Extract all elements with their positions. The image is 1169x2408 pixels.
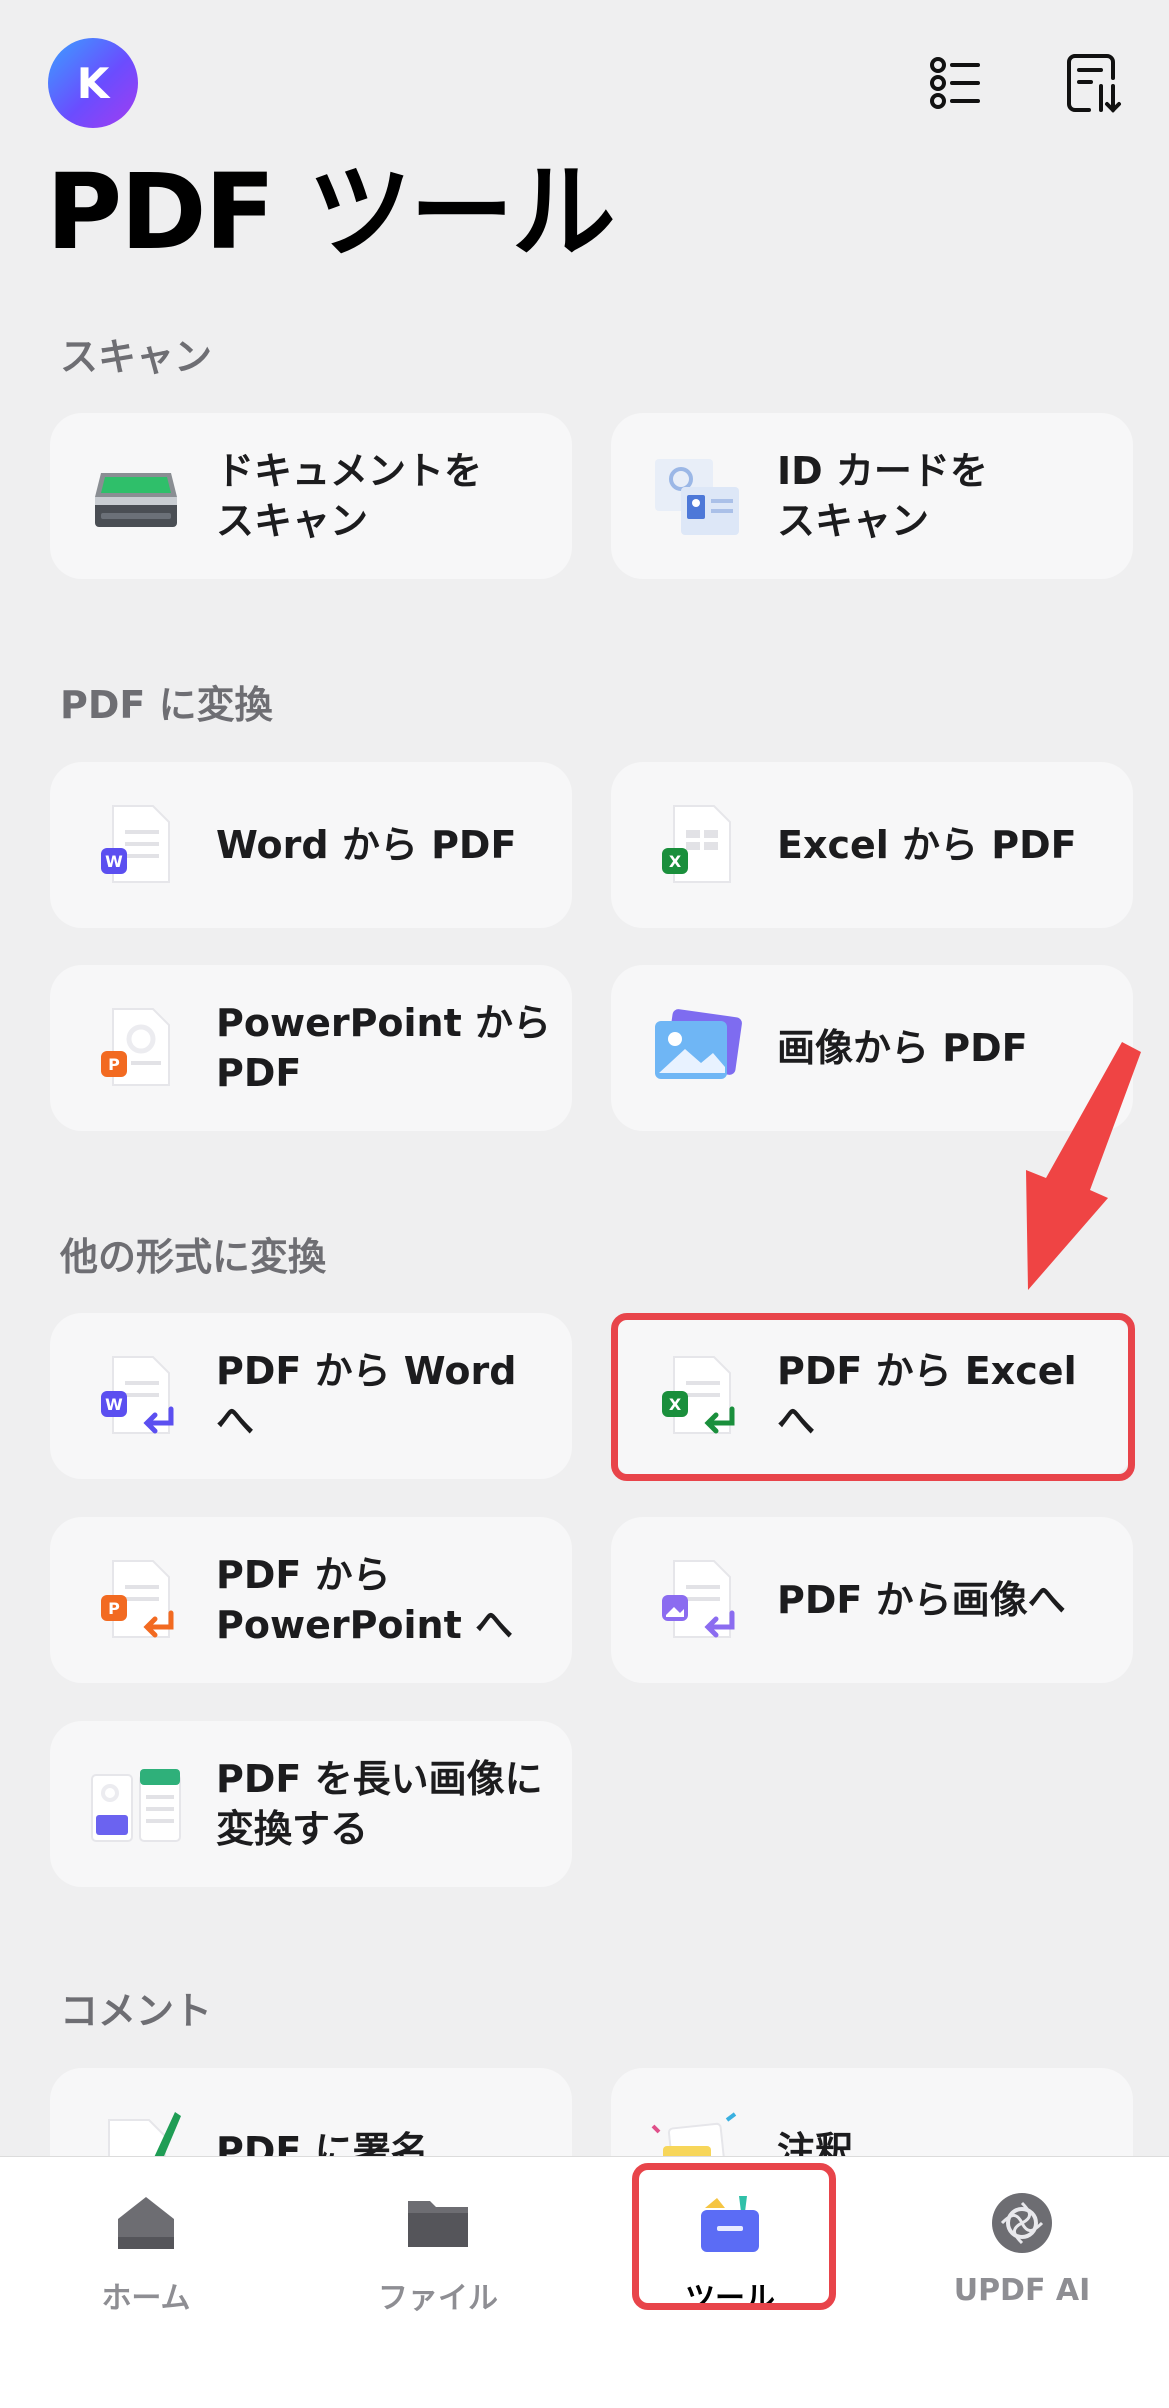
pdf-to-long-image-card[interactable]: PDF を長い画像に 変換する [50, 1721, 572, 1887]
excel-to-pdf-label: Excel から PDF [777, 823, 1077, 867]
ai-icon [986, 2187, 1058, 2259]
avatar[interactable]: K [48, 38, 138, 128]
scan-id-card[interactable]: ID カードを スキャン [611, 413, 1133, 579]
svg-text:W: W [105, 1395, 123, 1414]
id-card-icon [647, 446, 747, 546]
folder-icon [402, 2187, 474, 2259]
tab-home-label: ホーム [101, 2281, 191, 2316]
pdf-to-powerpoint-icon: P [86, 1550, 186, 1650]
pdf-to-image-icon [647, 1550, 747, 1650]
bottom-tab-bar: ホーム ファイル ツール UPDF AI [0, 2156, 1169, 2408]
powerpoint-to-pdf-card[interactable]: P PowerPoint から PDF [50, 965, 572, 1131]
pdf-to-excel-highlight [611, 1313, 1135, 1481]
svg-text:W: W [105, 852, 123, 871]
pdf-to-powerpoint-label: PDF から PowerPoint へ [216, 1553, 514, 1647]
scan-id-label: ID カードを スキャン [777, 449, 988, 543]
section-title-comment: コメント [60, 1989, 213, 2033]
scan-document-label: ドキュメントを スキャン [216, 449, 483, 543]
tab-files[interactable]: ファイル [338, 2187, 538, 2317]
tab-home[interactable]: ホーム [46, 2187, 246, 2317]
scanner-icon [86, 446, 186, 546]
svg-text:P: P [108, 1599, 120, 1618]
pdf-to-powerpoint-card[interactable]: P PDF から PowerPoint へ [50, 1517, 572, 1683]
section-title-scan: スキャン [60, 335, 213, 379]
svg-text:X: X [669, 852, 682, 871]
page-title: PDF ツール [46, 151, 616, 273]
tab-updf-ai[interactable]: UPDF AI [922, 2187, 1122, 2308]
home-icon [110, 2187, 182, 2259]
image-stack-icon [647, 998, 747, 1098]
excel-file-icon: X [647, 795, 747, 895]
tab-files-label: ファイル [378, 2281, 498, 2316]
word-to-pdf-label: Word から PDF [216, 823, 517, 867]
word-to-pdf-card[interactable]: W Word から PDF [50, 762, 572, 928]
powerpoint-file-icon: P [86, 998, 186, 1098]
long-image-icon [86, 1754, 186, 1854]
svg-text:P: P [108, 1055, 120, 1074]
scan-document-card[interactable]: ドキュメントを スキャン [50, 413, 572, 579]
powerpoint-to-pdf-label: PowerPoint から PDF [216, 1001, 552, 1095]
pdf-to-word-card[interactable]: W PDF から Word へ [50, 1313, 572, 1479]
list-view-icon[interactable] [921, 48, 991, 118]
pdf-to-word-icon: W [86, 1346, 186, 1446]
tab-tools-highlight [632, 2163, 836, 2310]
tab-updf-ai-label: UPDF AI [953, 2273, 1091, 2308]
pdf-to-image-card[interactable]: PDF から画像へ [611, 1517, 1133, 1683]
pdf-to-image-label: PDF から画像へ [777, 1578, 1066, 1622]
section-title-to-pdf: PDF に変換 [60, 683, 273, 727]
pdf-to-word-label: PDF から Word へ [216, 1349, 517, 1443]
pdf-to-long-image-label: PDF を長い画像に 変換する [216, 1757, 543, 1851]
section-title-from-pdf: 他の形式に変換 [60, 1235, 327, 1279]
excel-to-pdf-card[interactable]: X Excel から PDF [611, 762, 1133, 928]
image-to-pdf-card[interactable]: 画像から PDF [611, 965, 1133, 1131]
word-file-icon: W [86, 795, 186, 895]
image-to-pdf-label: 画像から PDF [777, 1026, 1028, 1070]
sort-document-icon[interactable] [1060, 48, 1130, 118]
